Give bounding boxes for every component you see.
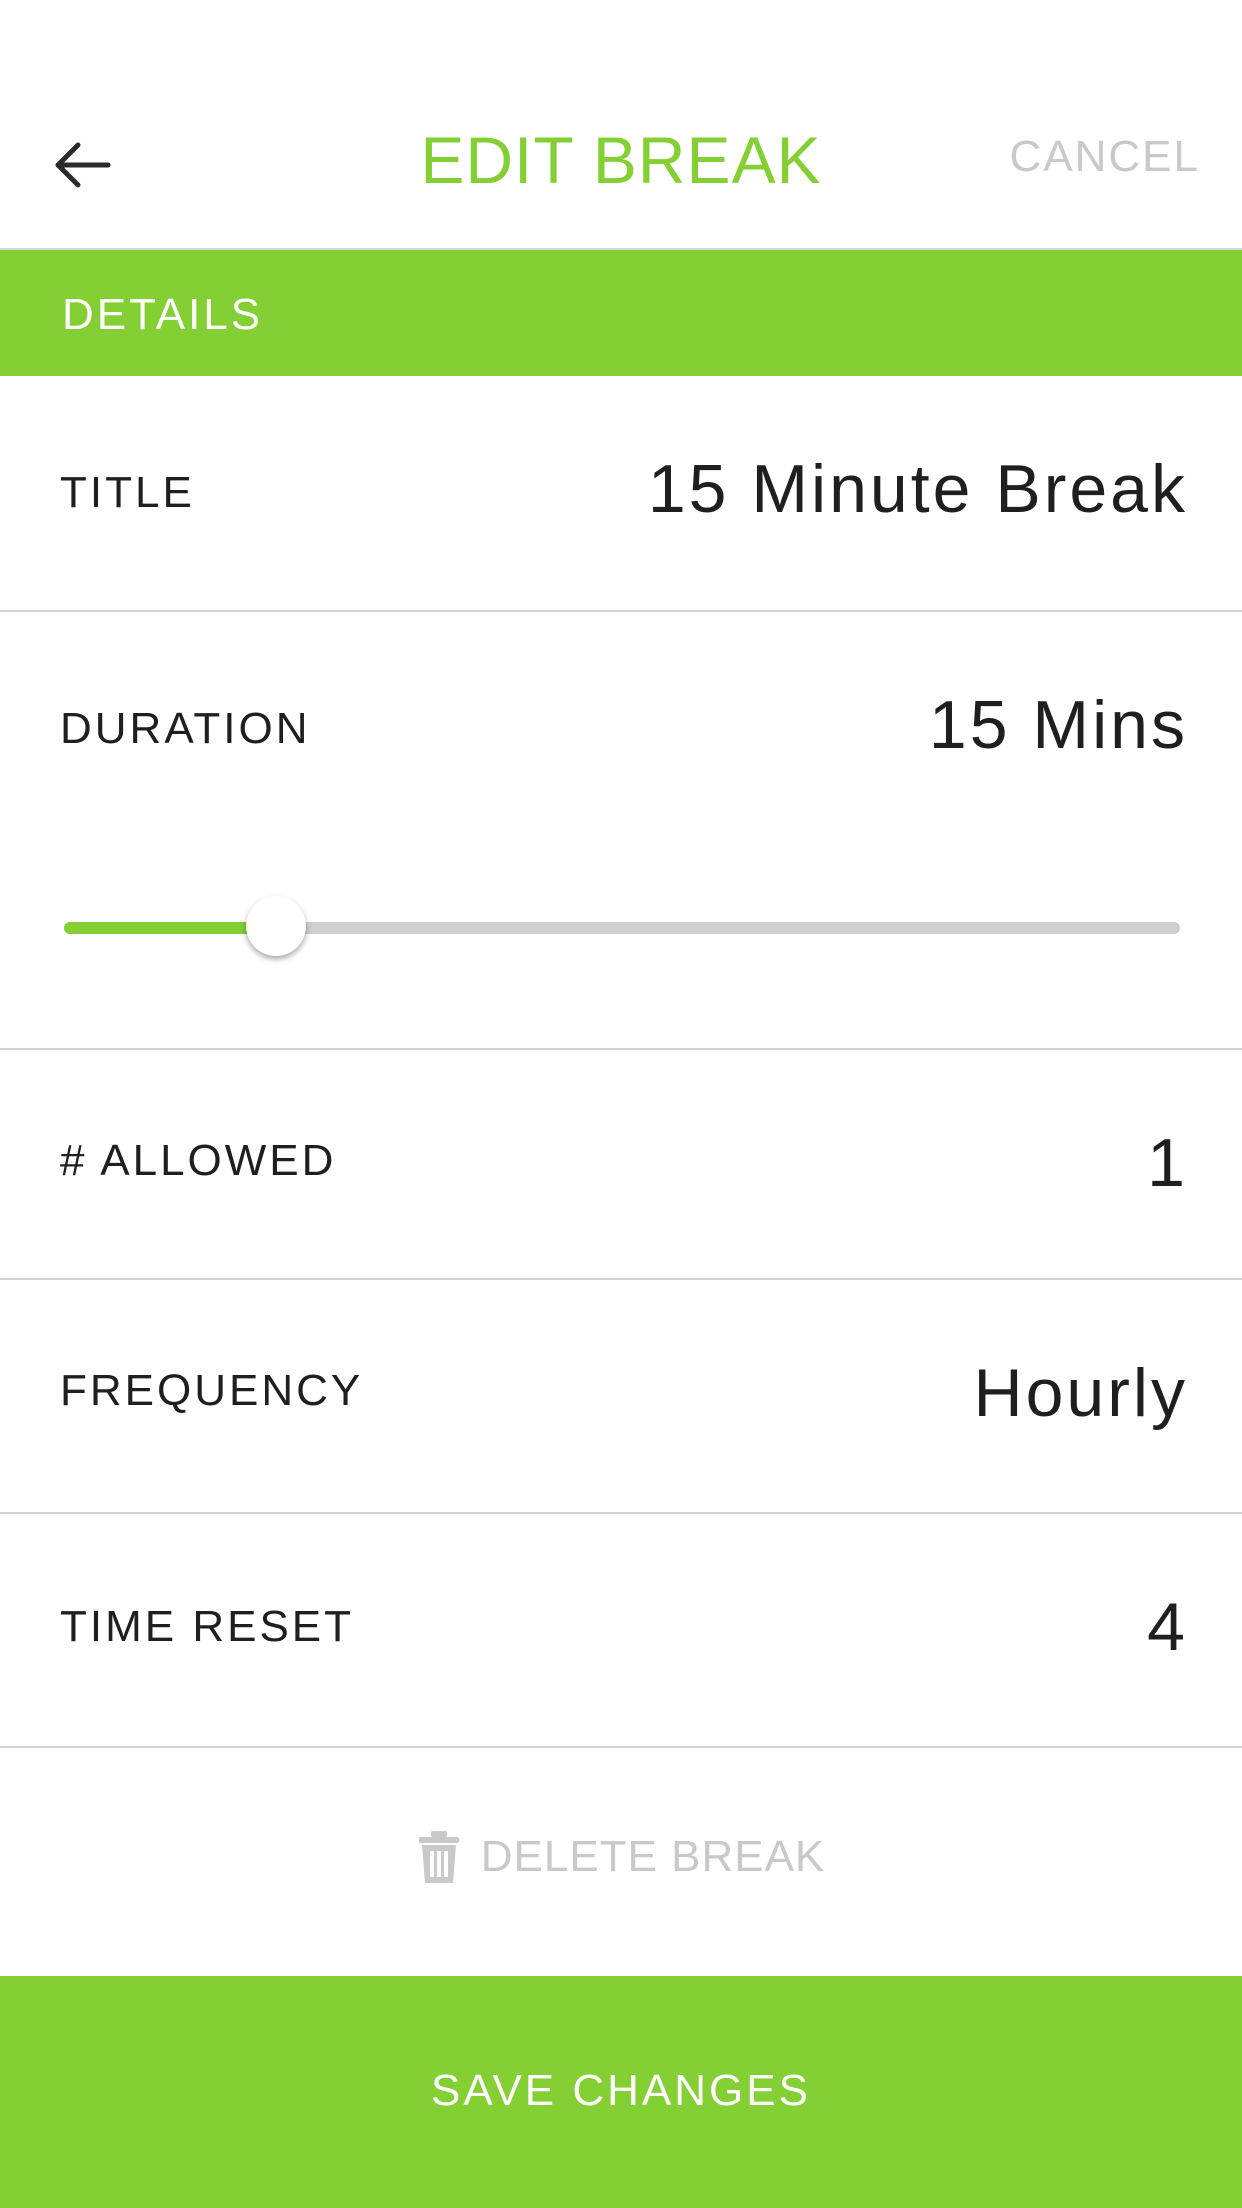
title-label: TITLE <box>60 468 195 517</box>
trash-icon <box>418 1831 459 1884</box>
time-reset-value[interactable]: 4 <box>1147 1588 1188 1666</box>
section-header: DETAILS <box>0 250 1242 376</box>
allowed-label: # ALLOWED <box>60 1136 337 1185</box>
delete-break-label: DELETE BREAK <box>480 1832 826 1882</box>
frequency-value[interactable]: Hourly <box>974 1354 1189 1432</box>
duration-slider[interactable] <box>64 896 1180 956</box>
time-reset-label: TIME RESET <box>60 1602 355 1651</box>
section-label: DETAILS <box>62 290 264 339</box>
title-value[interactable]: 15 Minute Break <box>648 450 1188 528</box>
delete-area: DELETE BREAK <box>0 1748 1242 1976</box>
allowed-value[interactable]: 1 <box>1147 1124 1188 1202</box>
title-row[interactable]: TITLE 15 Minute Break <box>0 376 1242 612</box>
duration-row: DURATION 15 Mins <box>0 612 1242 1050</box>
frequency-row[interactable]: FREQUENCY Hourly <box>0 1280 1242 1514</box>
save-changes-button[interactable]: SAVE CHANGES <box>0 1976 1242 2208</box>
slider-fill <box>64 922 277 934</box>
duration-label: DURATION <box>60 704 311 753</box>
save-changes-label: SAVE CHANGES <box>431 2066 811 2115</box>
app-header: EDIT BREAK CANCEL <box>0 0 1242 250</box>
slider-thumb[interactable] <box>246 896 307 956</box>
delete-break-button[interactable]: DELETE BREAK <box>0 1830 1242 1890</box>
cancel-button[interactable]: CANCEL <box>1010 132 1201 182</box>
frequency-label: FREQUENCY <box>60 1366 364 1415</box>
time-reset-row[interactable]: TIME RESET 4 <box>0 1514 1242 1748</box>
allowed-row[interactable]: # ALLOWED 1 <box>0 1050 1242 1280</box>
duration-value: 15 Mins <box>928 687 1188 763</box>
